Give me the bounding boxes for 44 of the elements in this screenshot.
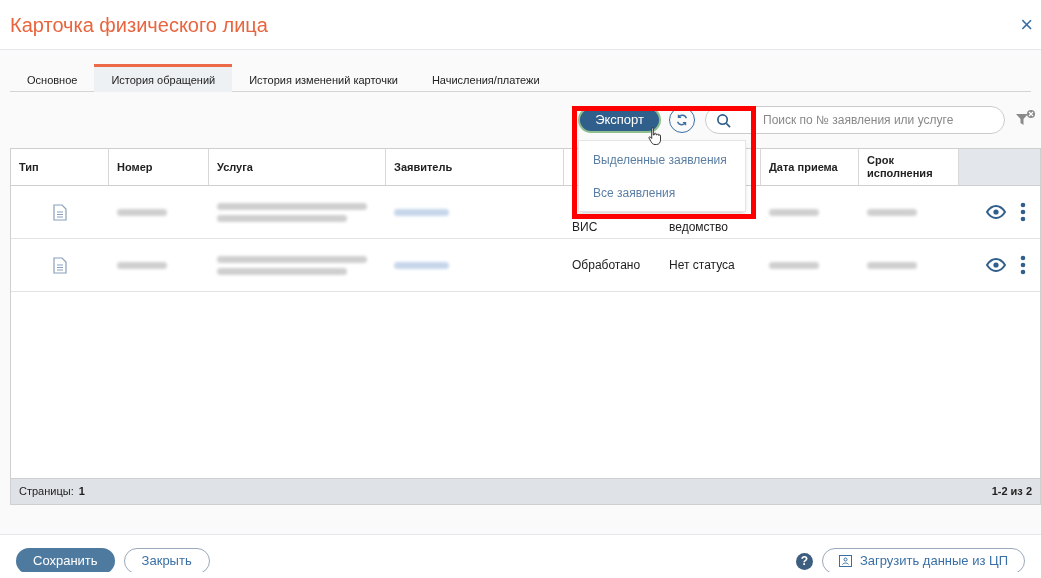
save-button[interactable]: Сохранить	[16, 548, 115, 572]
column-header: Тип	[19, 160, 39, 174]
more-icon[interactable]	[1020, 255, 1026, 275]
page-number: 1	[78, 484, 85, 500]
search-box[interactable]: Поиск по № заявления или услуге	[705, 106, 1005, 134]
table-cell-text: Нет статуса	[669, 257, 735, 274]
blurred-text	[117, 261, 167, 269]
column-header: Дата приема	[769, 160, 838, 174]
id-card-icon	[838, 555, 852, 567]
window-title: Карточка физического лица	[10, 12, 268, 38]
blurred-text	[394, 208, 449, 216]
table-cell-text: Обработано	[572, 257, 641, 274]
blurred-text	[769, 261, 819, 269]
more-icon[interactable]	[1020, 202, 1026, 222]
filter-clear-icon[interactable]	[1015, 110, 1037, 128]
search-icon	[716, 112, 731, 128]
tab[interactable]: Основное	[10, 64, 95, 92]
table-cell-text: ведомство	[669, 219, 728, 236]
tab[interactable]: Начисления/платежи	[414, 64, 557, 92]
help-button[interactable]: ?	[795, 552, 813, 570]
column-header: Срок исполнения	[867, 154, 934, 180]
eye-icon[interactable]	[986, 205, 1006, 219]
blurred-text	[769, 208, 819, 216]
column-header: Услуга	[217, 160, 253, 174]
blurred-text	[867, 208, 917, 216]
refresh-icon	[675, 113, 689, 127]
export-button[interactable]: Экспорт	[580, 109, 659, 131]
page-range: 1-2 из 2	[991, 484, 1032, 500]
tab[interactable]: История изменений карточки	[232, 64, 415, 92]
eye-icon[interactable]	[986, 258, 1006, 272]
blurred-text	[867, 261, 917, 269]
menu-item[interactable]: Все заявления	[579, 176, 745, 209]
close-button[interactable]: ×	[1020, 13, 1033, 36]
blurred-text	[394, 261, 449, 269]
search-field[interactable]: Поиск по № заявления или услуге	[763, 111, 1004, 129]
menu-item[interactable]: Выделенные заявления	[579, 143, 745, 176]
column-header: Заявитель	[394, 160, 453, 174]
document-icon	[53, 203, 67, 221]
table-cell-text: ВИС	[572, 219, 598, 236]
document-icon	[53, 256, 67, 274]
pages-label: Страницы:	[19, 484, 74, 500]
column-header: Номер	[117, 160, 153, 174]
blurred-text	[117, 208, 167, 216]
tab[interactable]: История обращений	[94, 64, 233, 92]
